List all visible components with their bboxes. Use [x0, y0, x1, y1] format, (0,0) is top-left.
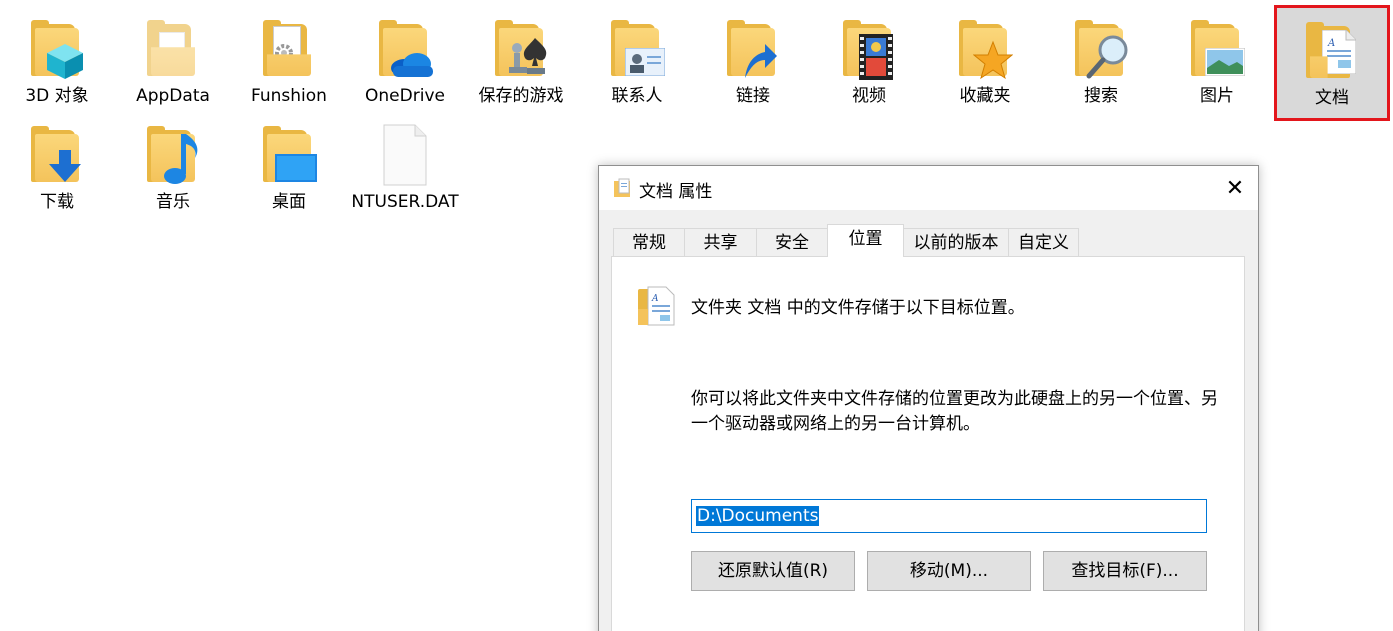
item-label: 下载 [40, 192, 74, 212]
location-panel: A 文件夹 文档 中的文件存储于以下目标位置。 你可以将此文件夹中文件存储的位置… [611, 256, 1245, 631]
tab-customize[interactable]: 自定义 [1008, 228, 1079, 256]
folder-appdata[interactable]: AppData [116, 6, 230, 118]
folder-saved-games[interactable]: 保存的游戏 [464, 6, 578, 118]
item-label: OneDrive [365, 86, 445, 106]
contact-card-icon [607, 18, 667, 82]
folder-videos[interactable]: 视频 [812, 6, 926, 118]
music-note-icon [143, 124, 203, 188]
chess-pieces-icon [491, 18, 551, 82]
folder-desktop[interactable]: 桌面 [232, 112, 346, 224]
item-label: 视频 [852, 86, 886, 106]
svg-text:A: A [1327, 38, 1335, 49]
onedrive-cloud-icon [375, 18, 435, 82]
folder-hidden-icon [143, 18, 203, 82]
tab-location[interactable]: 位置 [827, 224, 904, 257]
link-arrow-icon [723, 18, 783, 82]
film-strip-icon [839, 18, 899, 82]
document-folder-icon: A [638, 286, 675, 326]
item-label: 3D 对象 [25, 86, 89, 106]
item-label: 链接 [736, 86, 770, 106]
file-ntuser-dat[interactable]: NTUSER.DAT [348, 112, 462, 240]
item-label: AppData [136, 86, 210, 106]
folder-onedrive[interactable]: OneDrive [348, 6, 462, 118]
location-heading: 文件夹 文档 中的文件存储于以下目标位置。 [691, 298, 1025, 318]
folder-links[interactable]: 链接 [696, 6, 810, 118]
location-description: 你可以将此文件夹中文件存储的位置更改为此硬盘上的另一个位置、另一个驱动器或网络上… [691, 389, 1218, 434]
monitor-icon [259, 124, 319, 188]
folder-downloads[interactable]: 下载 [0, 112, 114, 224]
item-label: Funshion [251, 86, 327, 106]
magnifier-icon [1071, 18, 1131, 82]
folder-contacts[interactable]: 联系人 [580, 6, 694, 118]
item-label: 搜索 [1084, 86, 1118, 106]
tab-sharing[interactable]: 共享 [684, 228, 757, 256]
folder-3d-icon [27, 18, 87, 82]
folder-favorites[interactable]: 收藏夹 [928, 6, 1042, 118]
document-folder-icon [614, 178, 630, 197]
tab-general[interactable]: 常规 [613, 228, 685, 256]
item-label: 收藏夹 [959, 86, 1011, 106]
svg-text:A: A [651, 294, 659, 304]
folder-pictures[interactable]: 图片 [1160, 6, 1274, 118]
location-path-input[interactable]: D:\Documents [691, 499, 1207, 533]
dialog-titlebar[interactable]: 文档 属性 ✕ [599, 166, 1258, 210]
folder-funshion[interactable]: Funshion [232, 6, 346, 118]
folder-documents[interactable]: A 文档 [1274, 5, 1390, 121]
item-label: 桌面 [272, 192, 306, 212]
item-label: 图片 [1200, 86, 1234, 106]
close-icon[interactable]: ✕ [1212, 166, 1258, 210]
desktop: 3D 对象 AppData Funshion OneDrive 保存的游戏 联系… [0, 0, 1393, 631]
folder-music[interactable]: 音乐 [116, 112, 230, 224]
document-folder-icon: A [1302, 20, 1362, 84]
item-label: 音乐 [156, 192, 190, 212]
tab-security[interactable]: 安全 [756, 228, 828, 256]
dialog-title: 文档 属性 [639, 182, 713, 202]
star-icon [955, 18, 1015, 82]
properties-dialog: 文档 属性 ✕ 常规 共享 安全 位置 以前的版本 自定义 A 文件夹 文档 中… [598, 165, 1259, 631]
item-label: 文档 [1315, 88, 1349, 108]
item-label: NTUSER.DAT [351, 192, 459, 212]
blank-file-icon [375, 124, 435, 188]
item-label: 保存的游戏 [478, 86, 564, 106]
selected-path-text: D:\Documents [696, 506, 820, 526]
move-button[interactable]: 移动(M)... [867, 551, 1031, 591]
download-arrow-icon [27, 124, 87, 188]
folder-settings-icon [259, 18, 319, 82]
restore-default-button[interactable]: 还原默认值(R) [691, 551, 855, 591]
folder-searches[interactable]: 搜索 [1044, 6, 1158, 118]
tab-previous-versions[interactable]: 以前的版本 [903, 228, 1009, 256]
landscape-picture-icon [1187, 18, 1247, 82]
find-target-button[interactable]: 查找目标(F)... [1043, 551, 1207, 591]
folder-3d-objects[interactable]: 3D 对象 [0, 6, 114, 118]
item-label: 联系人 [611, 86, 663, 106]
